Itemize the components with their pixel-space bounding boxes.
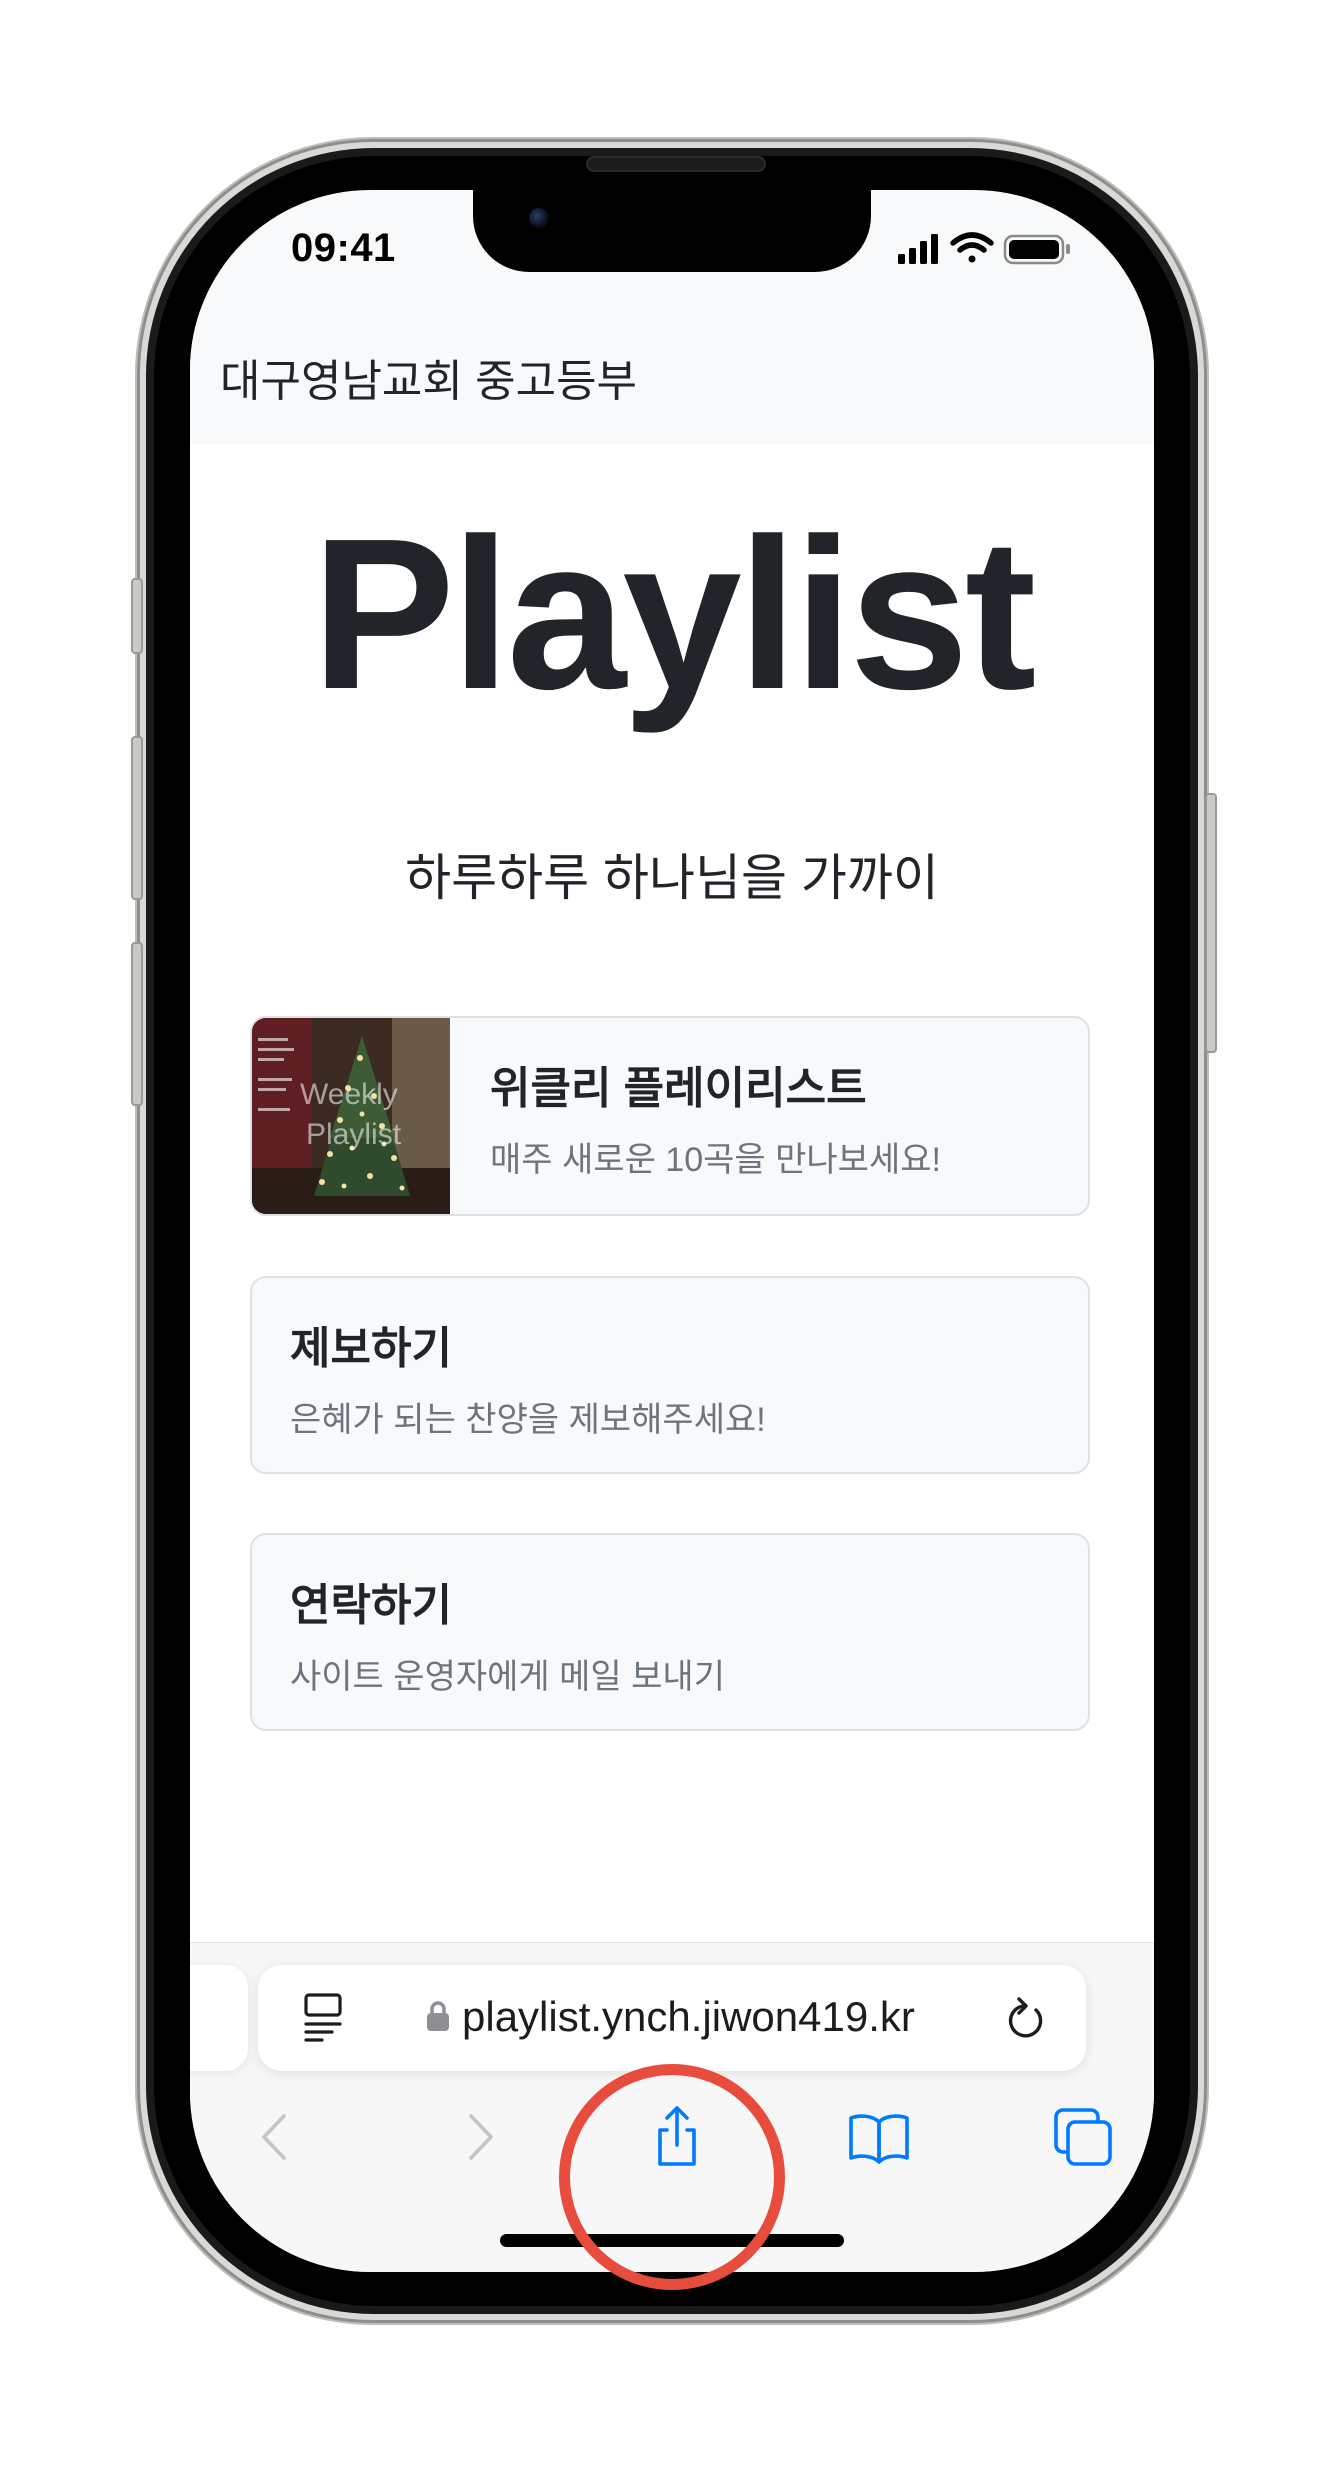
page-title: Playlist bbox=[311, 493, 1037, 734]
page-subtitle: 하루하루 하나님을 가까이 bbox=[405, 850, 939, 906]
weekly-playlist-description: 매주 새로운 10곡을 만나보세요! bbox=[490, 1141, 941, 1179]
thumbnail-line1: Weekly bbox=[300, 1078, 398, 1111]
reload-icon[interactable] bbox=[1003, 1993, 1049, 2043]
phone-screen: 09:41 대구영남교회 중고등부 Playlist 하루하루 하나님을 가까이… bbox=[190, 190, 1154, 2272]
volume-up-button bbox=[131, 736, 143, 900]
weekly-playlist-title: 위클리 플레이리스트 bbox=[490, 1064, 867, 1113]
site-title[interactable]: 대구영남교회 중고등부 bbox=[220, 345, 637, 409]
back-icon[interactable] bbox=[240, 2102, 310, 2172]
report-card[interactable]: 제보하기 은혜가 되는 찬양을 제보해주세요! bbox=[250, 1276, 1090, 1474]
page-menu-icon[interactable] bbox=[302, 1990, 346, 2044]
weekly-playlist-thumbnail: Weekly Playlist bbox=[252, 1018, 450, 1214]
previous-tab-pill[interactable] bbox=[190, 1965, 248, 2071]
front-camera bbox=[529, 208, 549, 228]
bookmarks-icon[interactable] bbox=[844, 2102, 914, 2172]
notch bbox=[473, 190, 871, 272]
thumbnail-line2: Playlist bbox=[306, 1118, 402, 1151]
status-icons bbox=[890, 228, 1090, 268]
lock-icon bbox=[426, 2000, 450, 2032]
report-title: 제보하기 bbox=[290, 1324, 452, 1373]
contact-title: 연락하기 bbox=[290, 1581, 452, 1630]
forward-icon[interactable] bbox=[445, 2102, 515, 2172]
share-highlight-circle bbox=[559, 2064, 785, 2290]
cellular-signal-icon bbox=[898, 234, 938, 264]
earpiece-speaker bbox=[586, 156, 766, 172]
report-description: 은혜가 되는 찬양을 제보해주세요! bbox=[290, 1401, 766, 1439]
contact-description: 사이트 운영자에게 메일 보내기 bbox=[290, 1658, 725, 1696]
status-time: 09:41 bbox=[291, 226, 396, 270]
wifi-icon bbox=[950, 232, 994, 263]
url-text[interactable]: playlist.ynch.jiwon419.kr bbox=[462, 1993, 915, 2041]
battery-icon bbox=[1003, 234, 1070, 265]
silent-switch bbox=[131, 578, 143, 654]
weekly-playlist-card[interactable]: Weekly Playlist 위클리 플레이리스트 매주 새로운 10곡을 만… bbox=[250, 1016, 1090, 1216]
volume-down-button bbox=[131, 942, 143, 1106]
power-button bbox=[1205, 793, 1217, 1053]
contact-card[interactable]: 연락하기 사이트 운영자에게 메일 보내기 bbox=[250, 1533, 1090, 1731]
tabs-icon[interactable] bbox=[1048, 2102, 1118, 2172]
